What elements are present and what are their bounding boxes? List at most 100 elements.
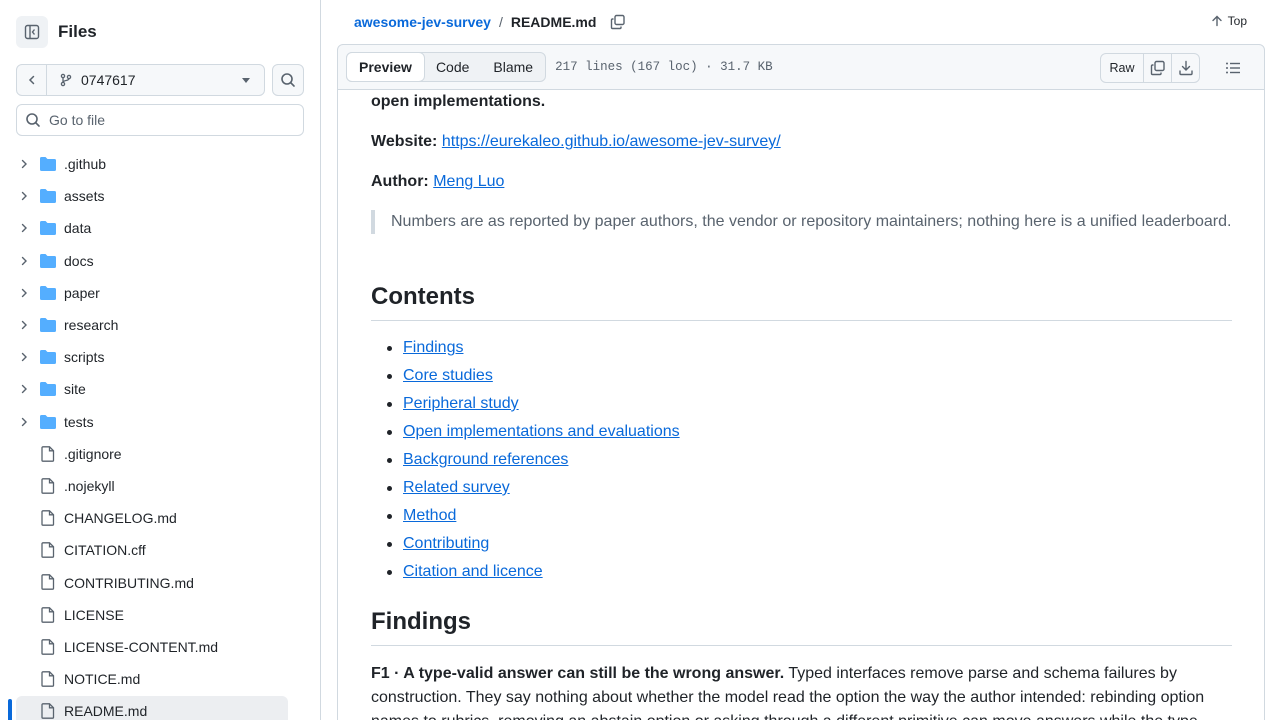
- chevron-left-icon: [28, 75, 34, 85]
- toc-link[interactable]: Contributing: [403, 535, 489, 552]
- tree-item-label: LICENSE-CONTENT.md: [64, 638, 219, 655]
- tab-code[interactable]: Code: [424, 53, 481, 81]
- readme-viewport[interactable]: open implementations. Website: https://e…: [337, 90, 1265, 720]
- search-button[interactable]: [272, 64, 304, 96]
- tree-item-label: CITATION.cff: [64, 542, 146, 559]
- breadcrumb-file: README.md: [510, 14, 597, 30]
- toc-link[interactable]: Method: [403, 507, 456, 524]
- author-link[interactable]: Meng Luo: [433, 173, 504, 190]
- chevron-right-icon[interactable]: [19, 223, 29, 233]
- back-button[interactable]: [17, 65, 47, 95]
- toc-item: Peripheral study: [371, 392, 680, 420]
- tab-preview[interactable]: Preview: [346, 52, 425, 82]
- download-button[interactable]: [1171, 54, 1199, 82]
- sidebar-collapse-icon: [24, 24, 40, 40]
- list-icon: [1226, 62, 1240, 74]
- file-icon: [41, 542, 55, 559]
- toc-link[interactable]: Open implementations and evaluations: [403, 423, 680, 440]
- finding-title: F1 · A type-valid answer can still be th…: [371, 665, 785, 682]
- folder-icon: [40, 350, 56, 365]
- copy-icon: [611, 14, 626, 30]
- tree-file[interactable]: CHANGELOG.md: [0, 502, 320, 534]
- go-to-file-input[interactable]: [49, 112, 289, 128]
- folder-icon: [40, 253, 56, 268]
- outline-button[interactable]: [1224, 59, 1242, 77]
- toc-item: Background references: [371, 448, 680, 476]
- tree-file[interactable]: .nojekyll: [0, 470, 320, 502]
- tree-file[interactable]: .gitignore: [0, 438, 320, 470]
- blockquote: Numbers are as reported by paper authors…: [371, 210, 1232, 234]
- file-icon: [41, 574, 55, 591]
- tree-folder[interactable]: research: [0, 309, 320, 341]
- tab-blame[interactable]: Blame: [481, 53, 545, 81]
- view-tabs: Preview Code Blame: [346, 52, 547, 82]
- website-label: Website:: [371, 133, 438, 150]
- tree-folder[interactable]: site: [0, 373, 320, 405]
- copy-path-button[interactable]: [609, 13, 627, 31]
- tree-file[interactable]: LICENSE-CONTENT.md: [0, 631, 320, 663]
- toc-link[interactable]: Core studies: [403, 367, 493, 384]
- file-icon: [41, 478, 55, 494]
- finding-f1: F1 · A type-valid answer can still be th…: [371, 662, 1232, 720]
- branch-dropdown[interactable]: 0747617: [47, 65, 264, 95]
- toc-link[interactable]: Related survey: [403, 479, 510, 496]
- raw-button[interactable]: Raw: [1101, 54, 1143, 82]
- tree-folder[interactable]: tests: [0, 406, 320, 438]
- tree-folder[interactable]: docs: [0, 245, 320, 277]
- tree-item-label: site: [64, 381, 86, 398]
- branch-row: 0747617: [16, 64, 304, 96]
- toc-link[interactable]: Background references: [403, 451, 568, 468]
- tree-folder[interactable]: assets: [0, 180, 320, 212]
- active-row-indicator: [8, 699, 12, 720]
- readme-line: open implementations.: [371, 93, 546, 110]
- arrow-up-icon: [1211, 15, 1222, 27]
- back-to-top-label: Top: [1227, 14, 1247, 28]
- tree-folder[interactable]: data: [0, 212, 320, 244]
- breadcrumb-repo-link[interactable]: awesome-jev-survey: [354, 14, 491, 30]
- toc-link[interactable]: Findings: [403, 339, 463, 356]
- tree-item-label: CONTRIBUTING.md: [64, 574, 194, 591]
- tree-folder[interactable]: paper: [0, 277, 320, 309]
- file-icon: [41, 510, 55, 526]
- go-to-file-field[interactable]: [16, 104, 304, 136]
- back-to-top-button[interactable]: Top: [1211, 14, 1247, 28]
- file-icon: [41, 671, 55, 687]
- tree-item-label: .gitignore: [64, 445, 122, 462]
- main-content: awesome-jev-survey / README.md Top Previ…: [337, 0, 1265, 720]
- tree-file[interactable]: NOTICE.md: [0, 663, 320, 695]
- file-icon: [41, 445, 55, 462]
- toc-link[interactable]: Peripheral study: [403, 395, 519, 412]
- tree-folder[interactable]: .github: [0, 148, 320, 180]
- website-link[interactable]: https://eurekaleo.github.io/awesome-jev-…: [442, 133, 781, 150]
- top-bar: awesome-jev-survey / README.md Top: [337, 0, 1265, 44]
- tree-file[interactable]: CITATION.cff: [0, 534, 320, 566]
- copy-raw-button[interactable]: [1143, 54, 1171, 82]
- sidebar-header: Files: [16, 16, 97, 48]
- tree-item-label: LICENSE: [64, 606, 124, 623]
- toc-item: Citation and licence: [371, 560, 680, 588]
- chevron-right-icon[interactable]: [19, 159, 29, 169]
- copy-icon: [1150, 60, 1165, 76]
- tree-item-label: NOTICE.md: [64, 671, 141, 688]
- toc-item: Findings: [371, 336, 680, 364]
- chevron-right-icon[interactable]: [19, 352, 29, 362]
- breadcrumb-separator: /: [498, 14, 503, 30]
- tree-item-label: README.md: [64, 703, 148, 720]
- chevron-right-icon[interactable]: [19, 417, 29, 427]
- file-icon: [41, 703, 55, 720]
- tree-file[interactable]: README.md: [0, 695, 320, 720]
- tree-file[interactable]: CONTRIBUTING.md: [0, 566, 320, 598]
- chevron-right-icon[interactable]: [19, 191, 29, 201]
- chevron-right-icon[interactable]: [19, 288, 29, 298]
- chevron-right-icon[interactable]: [19, 256, 29, 266]
- toc-link[interactable]: Citation and licence: [403, 563, 543, 580]
- chevron-right-icon[interactable]: [19, 320, 29, 330]
- folder-icon: [40, 189, 56, 204]
- tree-file[interactable]: LICENSE: [0, 599, 320, 631]
- tree-folder[interactable]: scripts: [0, 341, 320, 373]
- collapse-sidebar-button[interactable]: [16, 16, 48, 48]
- tree-item-label: .github: [64, 156, 107, 173]
- toc-item: Open implementations and evaluations: [371, 420, 680, 448]
- chevron-right-icon[interactable]: [19, 384, 29, 394]
- download-icon: [1178, 60, 1193, 76]
